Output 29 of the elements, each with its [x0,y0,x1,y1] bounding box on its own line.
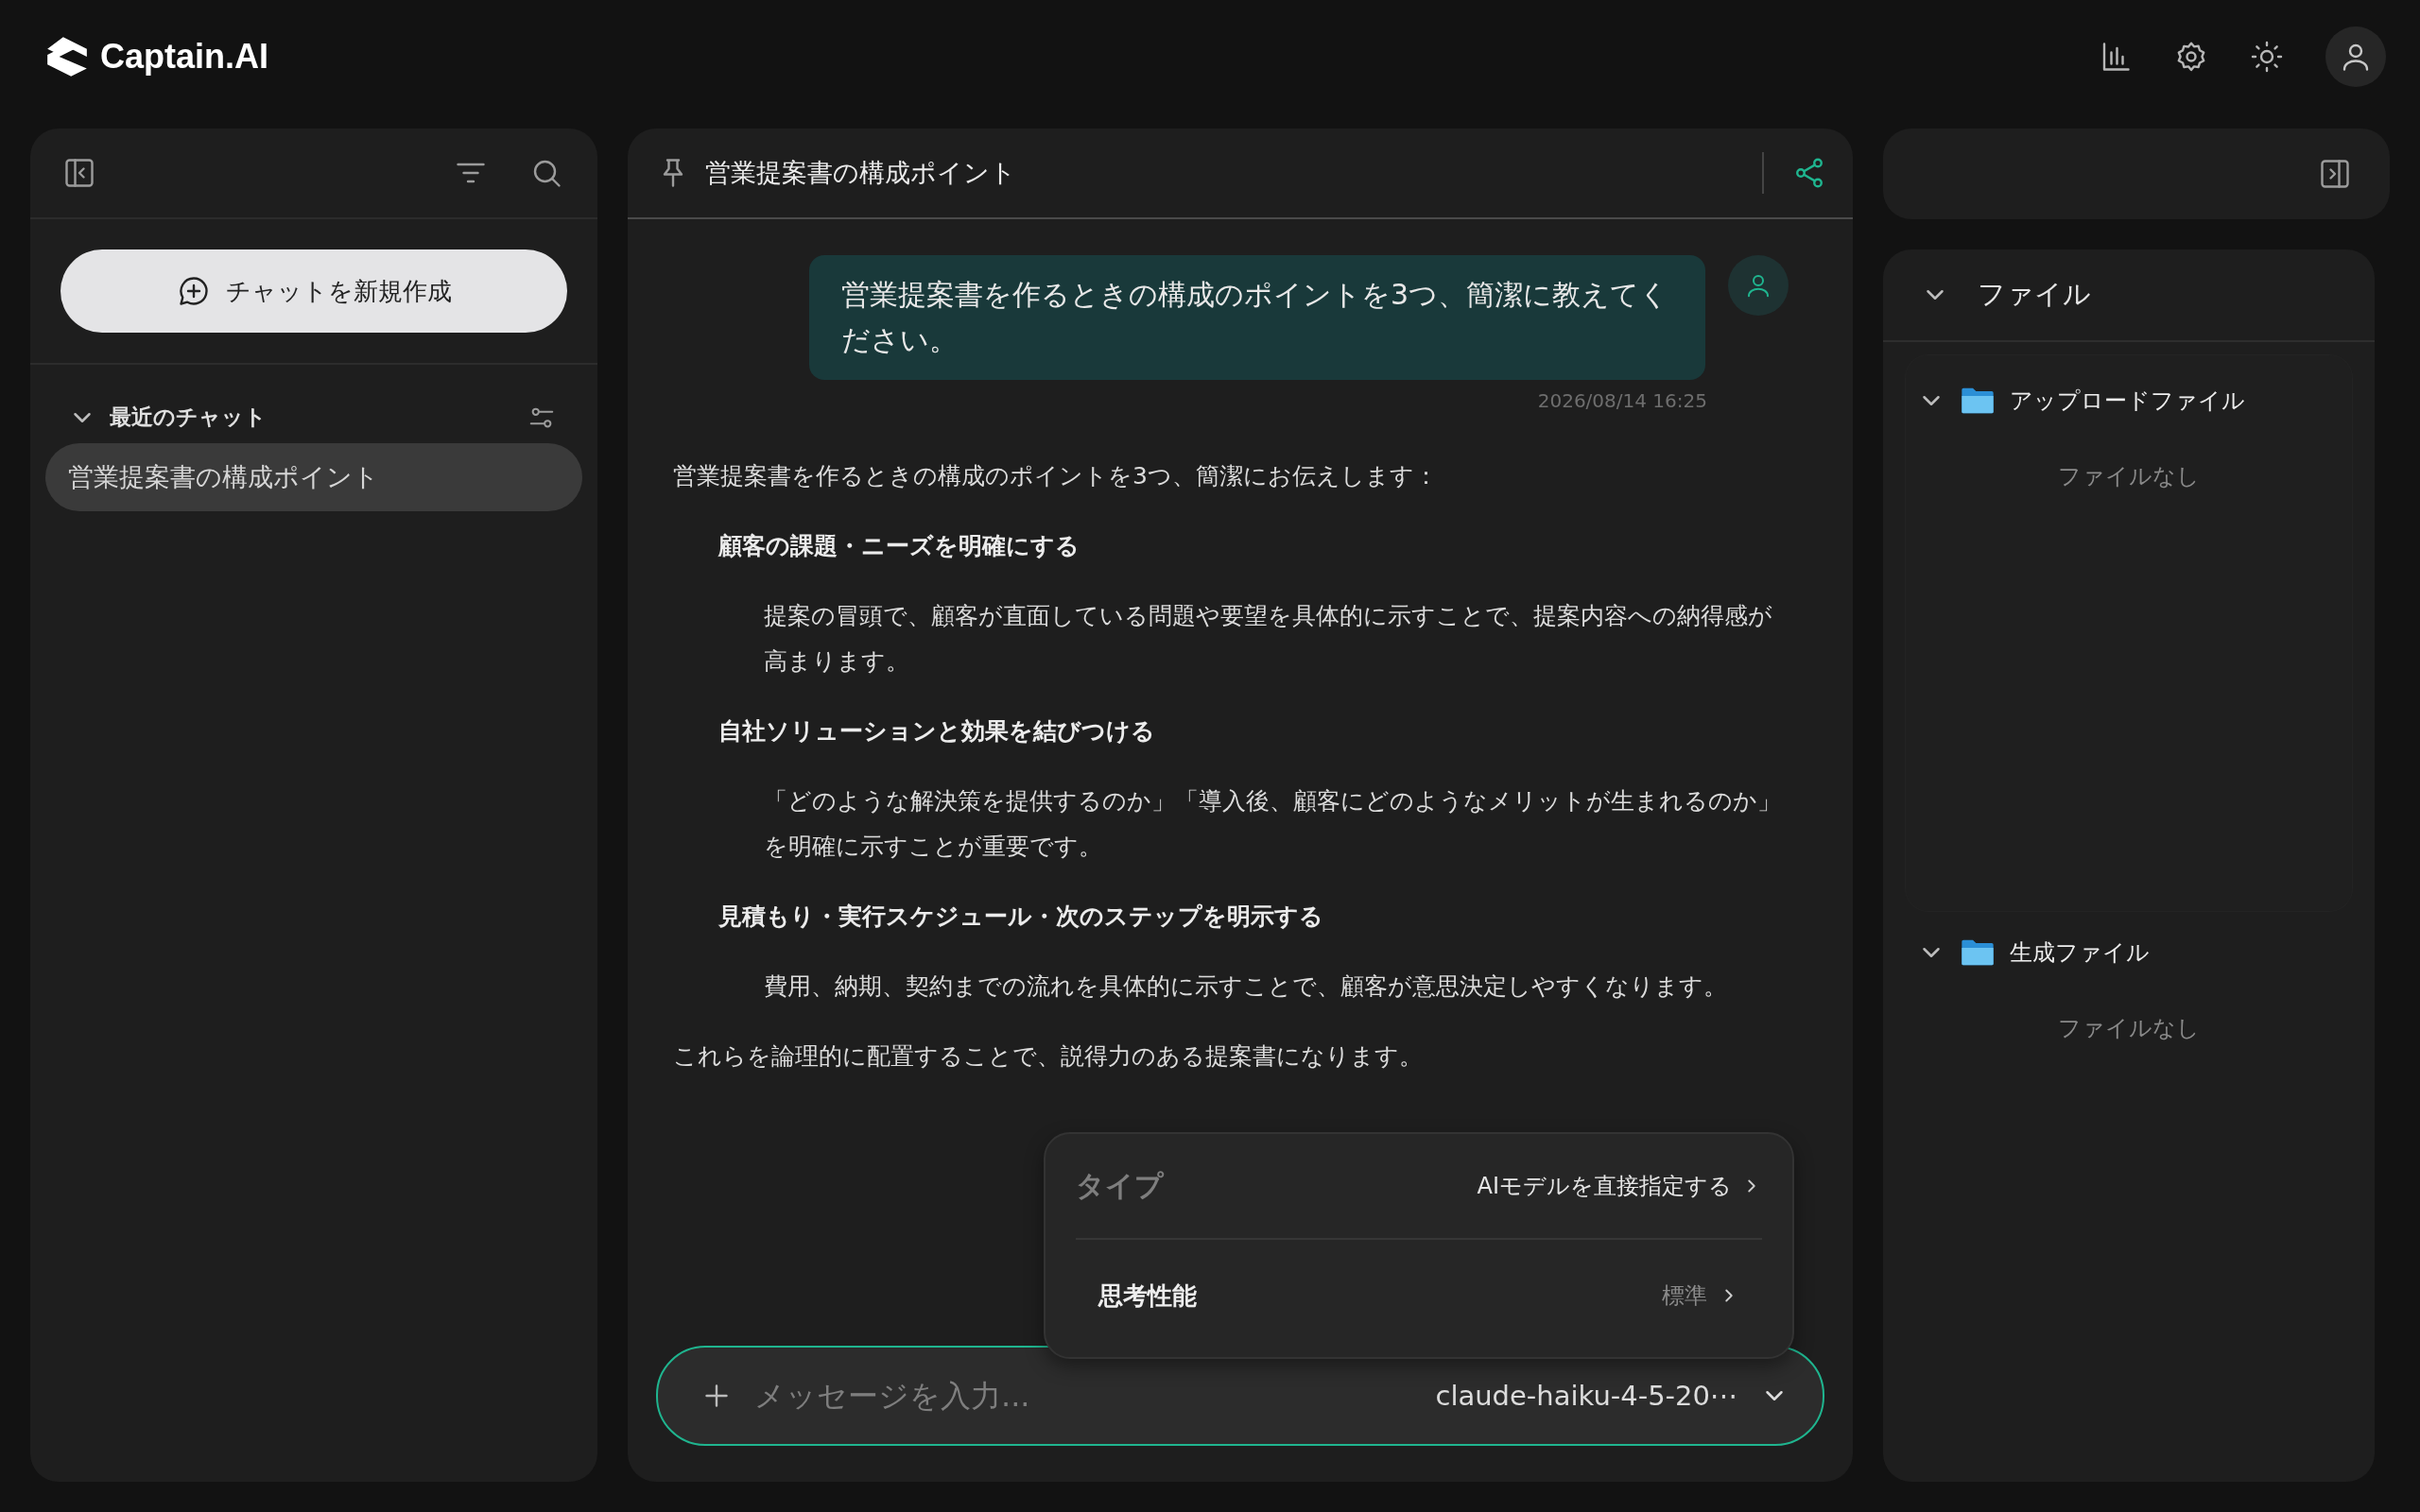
chat-list-item[interactable]: 営業提案書の構成ポイント [45,443,582,511]
empty-message: ファイルなし [2057,462,2201,491]
timestamp: 2026/08/14 16:25 [1537,389,1707,412]
folder-name[interactable]: アップロードファイル [2010,386,2245,416]
sun-icon[interactable] [2250,40,2284,74]
message-input[interactable]: メッセージを入力... claude-haiku-4-5-20⋯ [656,1346,1824,1446]
user-message: 営業提案書を作るときの構成のポイントを3つ、簡潔に教えてください。 [809,255,1705,380]
model-selector[interactable]: claude-haiku-4-5-20⋯ [1429,1379,1794,1413]
section-heading: 最近のチャット [110,404,267,431]
menu-item-value: 標準 [1662,1281,1707,1311]
empty-message: ファイルなし [2057,1014,2201,1043]
direct-model-link[interactable]: AIモデルを直接指定する [1477,1171,1762,1201]
response-heading: 顧客の課題・ニーズを明確にする [717,531,1080,561]
response-heading: 自社ソリューションと効果を結びつける [717,716,1156,747]
expand-panel-icon[interactable] [2318,157,2352,191]
menu-item-label: 思考性能 [1098,1280,1197,1312]
response-paragraph: 「どのような解決策を提供するのか」「導入後、顧客にどのようなメリットが生まれるのか」を明確に示すことが重要です。 [763,786,1782,862]
collapse-sidebar-icon[interactable] [62,156,96,190]
folder-name[interactable]: 生成ファイル [2010,937,2150,968]
response-paragraph: 提案の冒頭で、顧客が直面している問題や要望を具体的に示すことで、提案内容への納得感が高まります。 [763,601,1773,677]
chat-title: 営業提案書の構成ポイント [705,157,1016,189]
new-chat-button[interactable]: チャットを新規作成 [60,249,567,333]
section-heading: ファイル [1978,277,2091,312]
app-name: Captain.AI [100,37,268,77]
response-paragraph: 費用、納期、契約までの流れを具体的に示すことで、顧客が意思決定しやすくなります。 [763,971,1728,1002]
menu-label: タイプ [1076,1167,1164,1204]
response-paragraph: これらを論理的に配置することで、説得力のある提案書になります。 [673,1041,1424,1072]
response-heading: 見積もり・実行スケジュール・次のステップを明示する [717,902,1324,932]
response-paragraph: 営業提案書を作るときの構成のポイントを3つ、簡潔にお伝えします： [673,461,1439,491]
